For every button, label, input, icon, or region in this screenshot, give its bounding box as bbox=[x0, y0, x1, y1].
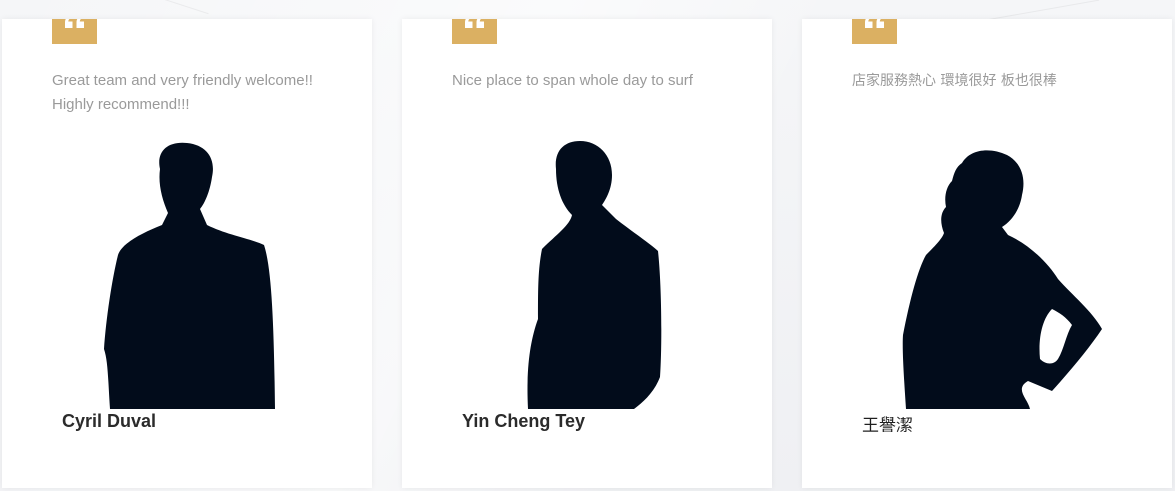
testimonial-card: 店家服務熱心 環境很好 板也很棒 王譽潔 bbox=[802, 19, 1172, 488]
testimonial-card: Great team and very friendly welcome!! H… bbox=[2, 19, 372, 488]
quote-badge bbox=[52, 19, 97, 44]
testimonial-text: 店家服務熱心 環境很好 板也很棒 bbox=[852, 73, 1057, 89]
testimonial-text: Great team and very friendly welcome!! H… bbox=[52, 72, 313, 113]
quote-badge bbox=[852, 19, 897, 44]
testimonial-text: Nice place to span whole day to surf bbox=[452, 72, 693, 89]
customer-name: Cyril Duval bbox=[62, 411, 157, 431]
man-silhouette-icon bbox=[527, 141, 662, 409]
quote-badge bbox=[452, 19, 497, 44]
quote-icon bbox=[464, 19, 484, 28]
man-silhouette-icon bbox=[104, 142, 275, 409]
quote-icon bbox=[864, 19, 884, 28]
background-line bbox=[151, 0, 209, 15]
woman-silhouette-icon bbox=[902, 150, 1102, 409]
customer-name: Yin Cheng Tey bbox=[462, 411, 586, 431]
testimonial-card: Nice place to span whole day to surf Yin… bbox=[402, 19, 772, 488]
customer-name: 王譽潔 bbox=[862, 416, 913, 436]
quote-icon bbox=[64, 19, 84, 28]
